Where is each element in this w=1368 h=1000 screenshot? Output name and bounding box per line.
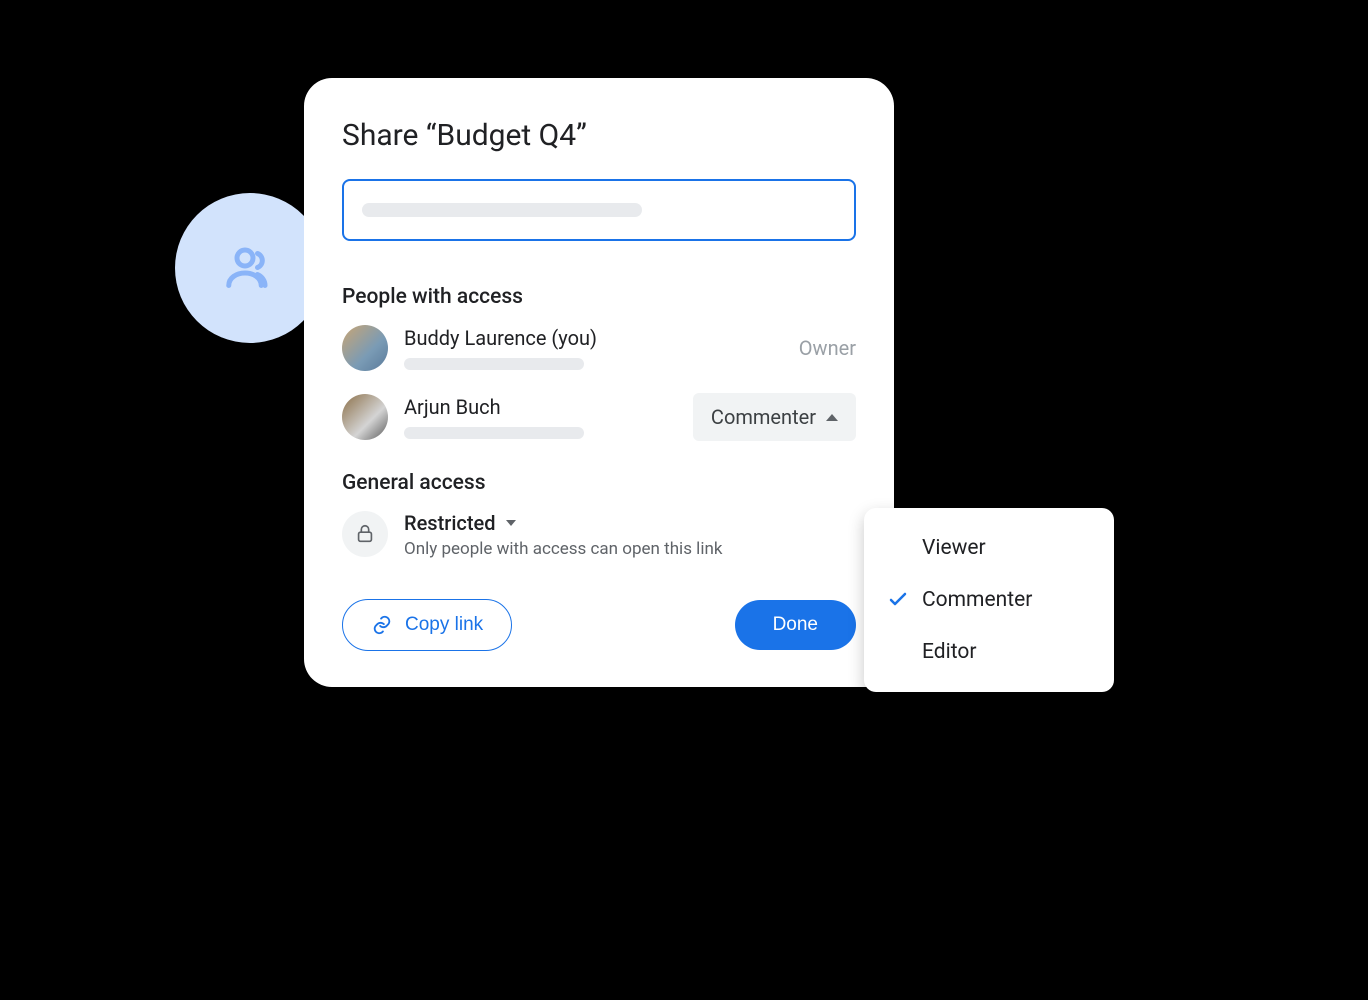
done-button[interactable]: Done [735,600,856,650]
role-option-editor[interactable]: Editor [864,626,1114,678]
person-name: Arjun Buch [404,395,693,419]
avatar [342,394,388,440]
check-icon [886,588,910,612]
role-popover: Viewer Commenter Editor [864,508,1114,692]
owner-label: Owner [799,336,856,360]
general-access-label: Restricted [404,511,496,535]
dialog-title: Share “Budget Q4” [342,118,856,153]
role-dropdown-label: Commenter [711,405,816,429]
avatar [342,325,388,371]
person-row: Buddy Laurence (you) Owner [342,325,856,371]
copy-link-button[interactable]: Copy link [342,599,512,651]
general-access-dropdown[interactable]: Restricted [404,511,856,535]
role-option-label: Commenter [922,588,1032,612]
role-option-commenter[interactable]: Commenter [864,574,1114,626]
people-decorative-circle [175,193,325,343]
copy-link-label: Copy link [405,614,483,636]
person-info: Buddy Laurence (you) [404,326,799,370]
input-placeholder-skeleton [362,203,642,217]
person-name: Buddy Laurence (you) [404,326,799,350]
lock-icon [354,523,376,545]
general-access-heading: General access [342,471,856,495]
link-icon [371,614,393,636]
role-option-label: Viewer [922,536,986,560]
person-email-skeleton [404,358,584,370]
add-people-input[interactable] [342,179,856,241]
role-option-label: Editor [922,640,976,664]
share-dialog: Share “Budget Q4” People with access Bud… [304,78,894,687]
person-info: Arjun Buch [404,395,693,439]
caret-down-icon [506,520,516,526]
caret-up-icon [826,414,838,421]
people-icon [220,238,280,298]
lock-icon-circle [342,511,388,557]
person-row: Arjun Buch Commenter [342,393,856,441]
general-access-description: Only people with access can open this li… [404,539,856,559]
general-access-row: Restricted Only people with access can o… [342,511,856,559]
person-email-skeleton [404,427,584,439]
people-with-access-heading: People with access [342,285,856,309]
role-option-viewer[interactable]: Viewer [864,522,1114,574]
role-dropdown[interactable]: Commenter [693,393,856,441]
